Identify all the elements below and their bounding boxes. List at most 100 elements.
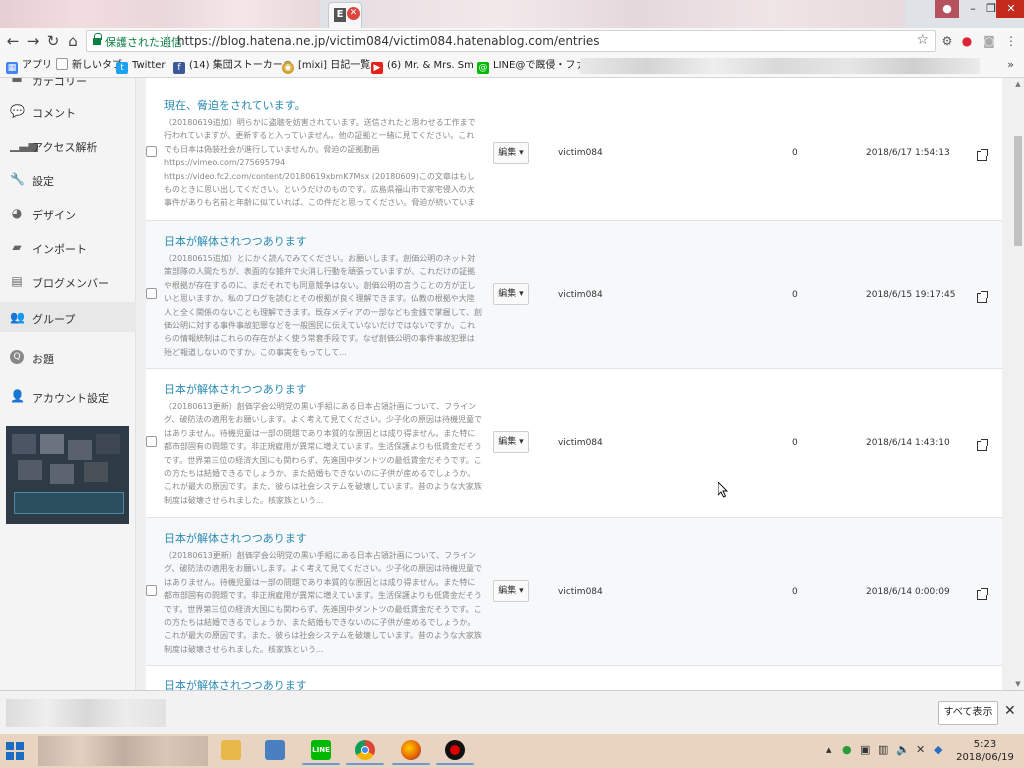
entry-title[interactable]: 日本が解体されつつあります [164, 233, 307, 249]
tray-app-icon[interactable]: ● [842, 743, 852, 756]
sidebar-item-design[interactable]: ◕ デザイン [0, 200, 136, 228]
comment-icon: 💬 [10, 104, 25, 118]
windows-start-icon[interactable] [6, 742, 24, 760]
entry-date: 2018/6/15 19:17:45 [866, 290, 956, 300]
scroll-up-icon[interactable]: ▲ [1012, 78, 1024, 90]
sidebar-item-account[interactable]: 👤 アカウント設定 [0, 383, 136, 411]
sidebar-item-category[interactable]: ▬ カテゴリー [0, 78, 136, 94]
external-link-icon[interactable] [977, 588, 988, 600]
taskbar-firefox[interactable] [392, 737, 430, 765]
tray-bluetooth-icon[interactable]: ✕ [916, 743, 925, 756]
entry-title[interactable]: 日本が解体されつつあります [164, 381, 307, 397]
window-close-icon[interactable]: ✕ [996, 0, 1024, 18]
edit-dropdown-button[interactable]: 編集 ▾ [493, 142, 529, 164]
blurred-download-item [6, 699, 166, 727]
entry-title[interactable]: 日本が解体されつつあります [164, 677, 307, 690]
active-tab[interactable]: E ✕ [328, 2, 362, 28]
entry-comment-count: 0 [792, 290, 798, 300]
page-viewport: ▬ カテゴリー 💬 コメント ▁▃▅ アクセス解析 🔧 設定 ◕ デザイン ▰ … [0, 78, 1024, 690]
entry-title[interactable]: 現在、脅迫をされています。 [164, 97, 306, 113]
sidebar-item-import[interactable]: ▰ インポート [0, 234, 136, 262]
entry-checkbox[interactable] [146, 146, 157, 157]
sidebar-item-members[interactable]: ▤ ブログメンバー [0, 268, 136, 296]
bookmark-star-icon[interactable]: ☆ [916, 32, 929, 48]
folder-icon: ▬ [11, 78, 23, 86]
bookmark-new-tab[interactable]: 新しいタブ [56, 58, 122, 74]
wrench-icon: 🔧 [10, 172, 25, 186]
entry-comment-count: 0 [792, 148, 798, 158]
sidebar-item-analytics[interactable]: ▁▃▅ アクセス解析 [0, 132, 136, 160]
entry-excerpt: （20180613更新）創価学会公明党の黒い手組にある日本占領計画について、フラ… [164, 551, 482, 654]
scroll-thumb[interactable] [1014, 136, 1022, 246]
tray-overflow-icon[interactable]: ▴ [826, 743, 832, 756]
external-link-icon[interactable] [977, 439, 988, 451]
bookmark-apps[interactable]: ▦ アプリ [6, 58, 52, 74]
users-icon: 👥 [10, 310, 25, 324]
mouse-cursor-icon [718, 482, 728, 498]
edit-dropdown-button[interactable]: 編集 ▾ [493, 283, 529, 305]
scroll-down-icon[interactable]: ▼ [1012, 678, 1024, 690]
tray-volume-icon[interactable]: 🔈 [896, 743, 910, 756]
download-bar-close-icon[interactable]: ✕ [1004, 703, 1016, 719]
entry-author: victim084 [558, 290, 603, 300]
entry-checkbox[interactable] [146, 585, 157, 596]
sidebar-item-comments[interactable]: 💬 コメント [0, 98, 136, 126]
reload-icon[interactable]: ↻ [44, 32, 62, 50]
entry-checkbox[interactable] [146, 288, 157, 299]
external-link-icon[interactable] [977, 291, 988, 303]
home-icon[interactable]: ⌂ [64, 32, 82, 50]
bookmarks-overflow[interactable]: » [1007, 58, 1014, 71]
entry-excerpt: （20180613更新）創価学会公明党の黒い手組にある日本占領計画について、フラ… [164, 402, 482, 505]
taskbar-line[interactable]: LINE [302, 737, 340, 765]
mixi-icon: ◉ [282, 62, 294, 74]
entry-row: 日本が解体されつつあります （20180613更新）創価学会公明党の黒い手組にあ… [146, 518, 1002, 666]
entry-checkbox[interactable] [146, 436, 157, 447]
edit-dropdown-button[interactable]: 編集 ▾ [493, 431, 529, 453]
entry-title[interactable]: 日本が解体されつつあります [164, 530, 307, 546]
extension-icon[interactable]: ⚙ [940, 34, 954, 48]
forward-arrow-icon[interactable]: → [24, 32, 42, 50]
tab-close-icon[interactable]: ✕ [347, 7, 360, 20]
bookmark-youtube[interactable]: ▶ (6) Mr. & Mrs. Sm [371, 58, 474, 74]
bookmark-mixi[interactable]: ◉ [mixi] 日記一覧 [282, 58, 370, 74]
entry-date: 2018/6/14 1:43:10 [866, 438, 950, 448]
clock-date: 2018/06/19 [956, 752, 1014, 763]
bookmark-line[interactable]: @ LINE@で厩侵・ファン [477, 58, 595, 74]
entry-author: victim084 [558, 438, 603, 448]
taskbar-clock[interactable]: 5:23 2018/06/19 [950, 738, 1020, 764]
sidebar-item-groups[interactable]: 👥 グループ [0, 302, 136, 332]
tab-strip: E ✕ ● – ❐ ✕ [0, 0, 1024, 28]
facebook-icon: f [173, 62, 185, 74]
line-icon: LINE [311, 740, 331, 760]
taskbar-document[interactable] [256, 737, 294, 765]
entry-comment-count: 0 [792, 587, 798, 597]
bookmark-facebook[interactable]: f (14) 集団ストーカー© [173, 58, 293, 74]
back-arrow-icon[interactable]: ← [4, 32, 22, 50]
entry-excerpt: （20180615追加）とにかく読んでみてください。お願いします。創価公明のネッ… [164, 254, 482, 357]
tray-network-icon[interactable]: ▥ [878, 743, 888, 756]
address-bar[interactable]: 保護された通信 https://blog.hatena.ne.jp/victim… [86, 30, 936, 52]
entry-row: 日本が解体されつつあります [146, 666, 1002, 690]
tray-notification-icon[interactable]: ◆ [934, 743, 942, 756]
edit-dropdown-button[interactable]: 編集 ▾ [493, 580, 529, 602]
bookmark-twitter[interactable]: t Twitter [116, 58, 166, 74]
truck-icon: ▰ [12, 240, 22, 254]
entry-author: victim084 [558, 587, 603, 597]
bookmarks-bar: ▦ アプリ 新しいタブ t Twitter f (14) 集団ストーカー© ◉ [mix… [0, 54, 1024, 78]
url-text[interactable]: https://blog.hatena.ne.jp/victim084/vict… [177, 34, 600, 48]
camera-icon[interactable]: ◙ [982, 34, 996, 48]
browser-toolbar: ← → ↻ ⌂ 保護された通信 https://blog.hatena.ne.j… [0, 28, 1024, 54]
taskbar-chrome[interactable] [346, 737, 384, 765]
sidebar-item-settings[interactable]: 🔧 設定 [0, 166, 136, 194]
menu-dots-icon[interactable]: ⋮ [1004, 34, 1018, 48]
entry-author: victim084 [558, 148, 603, 158]
map-pin-icon[interactable]: ● [960, 34, 974, 48]
external-link-icon[interactable] [977, 149, 988, 161]
taskbar-recorder[interactable] [436, 737, 474, 765]
page-scrollbar[interactable]: ▲ ▼ [1012, 78, 1024, 690]
sidebar-item-topics[interactable]: Q お題 [0, 344, 136, 372]
profile-icon[interactable]: ● [935, 0, 959, 18]
show-all-downloads-button[interactable]: すべて表示 [938, 701, 998, 725]
taskbar-file-explorer[interactable] [212, 737, 250, 765]
tray-security-icon[interactable]: ▣ [860, 743, 870, 756]
